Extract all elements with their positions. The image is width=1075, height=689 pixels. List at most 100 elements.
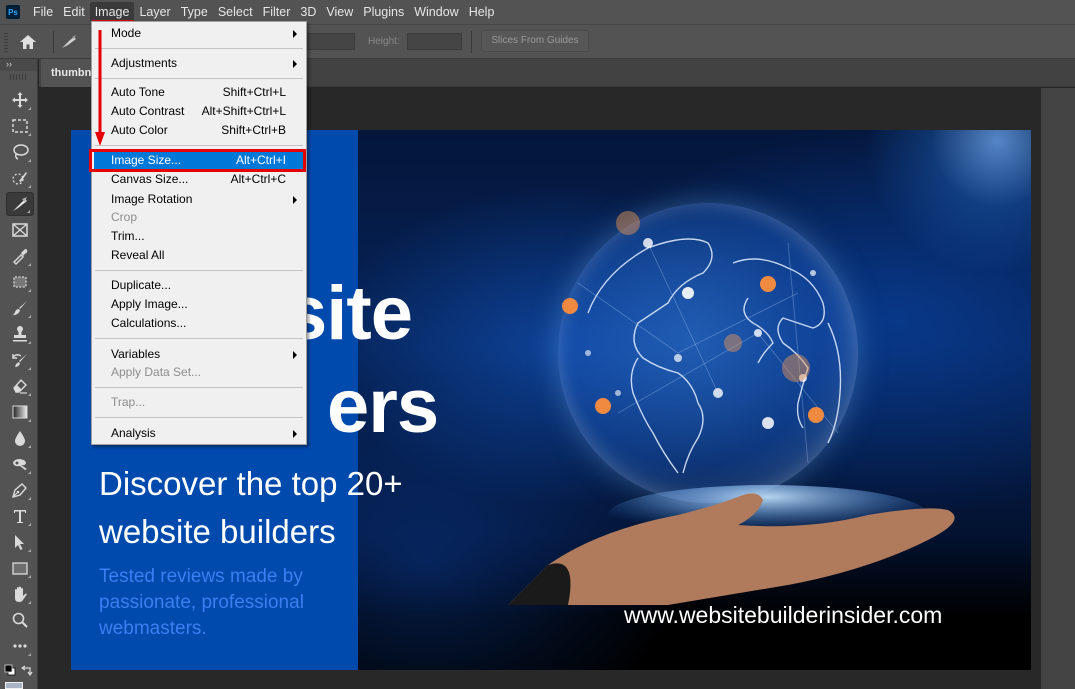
menu-item-adjustments[interactable]: Adjustments [94,54,304,73]
history-brush-tool[interactable] [6,348,34,372]
menu-edit[interactable]: Edit [58,2,90,22]
menu-type[interactable]: Type [176,2,213,22]
separator [471,31,472,53]
lasso-icon [13,144,29,160]
menu-item-auto-tone[interactable]: Auto Tone Shift+Ctrl+L [94,83,304,102]
dodge-icon [13,459,27,470]
menu-item-trap: Trap... [111,395,146,409]
stamp-icon [13,326,27,342]
brush-icon [12,301,27,316]
type-tool[interactable] [6,504,34,528]
eyedropper-tool[interactable] [6,244,34,268]
menu-item-calculations[interactable]: Calculations... [94,314,304,333]
patch-icon [13,276,27,288]
zoom-tool[interactable] [6,608,34,632]
eraser-icon [13,378,27,394]
hand-tool[interactable] [6,582,34,606]
subheading-line-1: Discover the top 20+ [99,465,403,502]
menu-item-analysis[interactable]: Analysis [94,424,304,443]
menu-item-auto-contrast[interactable]: Auto Contrast Alt+Shift+Ctrl+L [94,102,304,121]
pen-icon [11,483,27,499]
menu-separator [95,48,303,49]
height-label: Height: [368,36,400,47]
menu-item-auto-color[interactable]: Auto Color Shift+Ctrl+B [94,121,304,140]
menu-help[interactable]: Help [464,2,500,22]
rectangle-tool[interactable] [6,556,34,580]
menu-3d[interactable]: 3D [295,2,321,22]
drop-icon [15,431,25,446]
menu-select[interactable]: Select [213,2,258,22]
clone-stamp-tool[interactable] [6,322,34,346]
lasso-tool[interactable] [6,140,34,164]
menu-view[interactable]: View [321,2,358,22]
menu-filter[interactable]: Filter [258,2,296,22]
patch-tool[interactable] [6,270,34,294]
menu-window[interactable]: Window [409,2,463,22]
submenu-arrow-icon [293,60,297,68]
quick-selection-icon [12,172,27,185]
width-field[interactable] [300,33,355,50]
eraser-tool[interactable] [6,374,34,398]
tagline-line-2: passionate, professional [99,592,304,613]
menu-item-mode[interactable]: Mode [94,24,304,43]
subheading-line-2: website builders [99,513,336,550]
panel-dock [1041,88,1075,689]
slices-from-guides-button[interactable]: Slices From Guides [481,30,589,52]
globe-image [558,203,858,503]
image-menu-dropdown: Mode Adjustments Auto Tone Shift+Ctrl+L A… [91,21,307,445]
move-tool[interactable] [6,88,34,112]
color-swatches[interactable] [4,662,34,680]
collapse-panel-icon[interactable]: ›› [0,59,37,71]
foreground-color-swatch[interactable] [5,682,23,689]
menu-item-trim[interactable]: Trim... [94,227,304,246]
tagline-line-3: webmasters. [99,618,207,639]
menu-separator [95,270,303,271]
submenu-arrow-icon [293,30,297,38]
marquee-tool[interactable] [6,114,34,138]
height-field[interactable] [407,33,462,50]
menu-file[interactable]: File [28,2,58,22]
default-colors-icon[interactable] [4,664,16,676]
menu-separator [95,78,303,79]
quick-selection-tool[interactable] [6,166,34,190]
menu-separator [95,338,303,339]
menu-item-duplicate[interactable]: Duplicate... [94,276,304,295]
hand-icon [15,586,27,602]
photoshop-logo: Ps [6,5,20,19]
eyedropper-icon [13,249,28,265]
menu-layer[interactable]: Layer [134,2,175,22]
more-icon [13,644,27,648]
menu-item-canvas-size[interactable]: Canvas Size... Alt+Ctrl+C [94,170,304,189]
menu-separator [95,387,303,388]
tools-panel: ›› [0,59,38,689]
gradient-icon [12,405,28,419]
panel-grip[interactable] [9,74,28,80]
menu-item-apply-image[interactable]: Apply Image... [94,295,304,314]
blur-tool[interactable] [6,426,34,450]
arrow-cursor-icon [15,535,24,550]
dodge-tool[interactable] [6,452,34,476]
marquee-icon [12,119,28,133]
menu-plugins[interactable]: Plugins [358,2,409,22]
menu-image[interactable]: Image [89,2,135,22]
subheading: Discover the top 20+ website builders [99,460,403,556]
hand-image [508,485,955,605]
frame-tool[interactable] [6,218,34,242]
menu-item-image-rotation[interactable]: Image Rotation [94,190,304,209]
globe-hand-photo [358,130,1031,670]
submenu-arrow-icon [293,351,297,359]
menu-item-reveal-all[interactable]: Reveal All [94,246,304,265]
slice-tool-preset-icon[interactable] [60,34,82,50]
slice-tool[interactable] [6,192,34,216]
home-icon[interactable] [18,33,38,51]
options-grip[interactable] [4,33,8,53]
menu-separator [95,417,303,418]
path-selection-tool[interactable] [6,530,34,554]
type-icon [14,510,26,523]
menu-item-variables[interactable]: Variables [94,345,304,364]
pen-tool[interactable] [6,478,34,502]
brush-tool[interactable] [6,296,34,320]
edit-toolbar[interactable] [6,634,34,658]
swap-colors-icon[interactable] [21,664,33,676]
gradient-tool[interactable] [6,400,34,424]
